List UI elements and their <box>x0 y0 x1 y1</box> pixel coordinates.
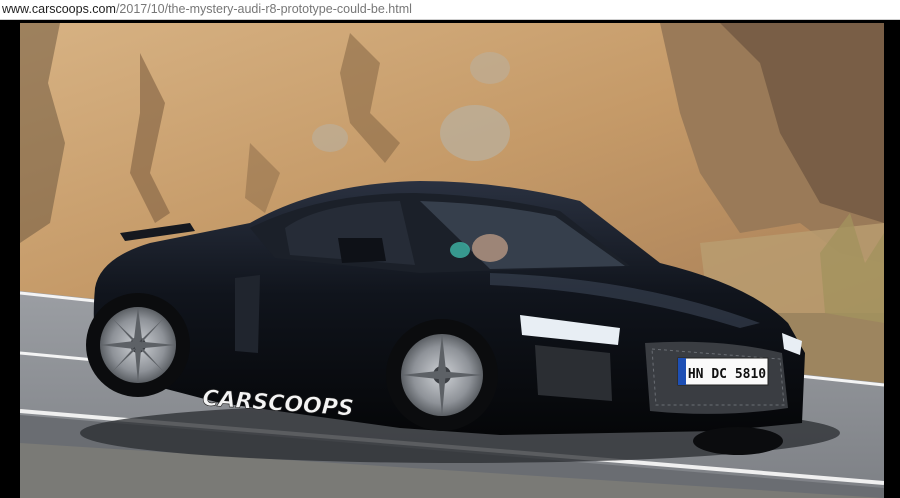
license-plate-text: HN DC 5810 <box>688 367 766 382</box>
page-viewport: HN DC 5810 CARSCOOPS <box>0 20 900 498</box>
address-bar[interactable]: www.carscoops.com/2017/10/the-mystery-au… <box>0 0 900 20</box>
helmet-accent <box>450 242 470 258</box>
url-host: www.carscoops.com <box>2 2 116 16</box>
license-plate-eu-band <box>678 358 686 385</box>
side-blade <box>235 275 260 353</box>
rear-wheel <box>86 293 190 397</box>
shrub-3 <box>470 52 510 84</box>
shrub-1 <box>440 105 510 161</box>
url-path: /2017/10/the-mystery-audi-r8-prototype-c… <box>115 2 412 16</box>
side-mirror <box>338 238 386 263</box>
url-text[interactable]: www.carscoops.com/2017/10/the-mystery-au… <box>2 2 412 16</box>
front-right-wheel <box>693 427 783 455</box>
car-photo-illustration: HN DC 5810 CARSCOOPS <box>20 23 884 498</box>
side-intake <box>535 345 612 401</box>
car-photo: HN DC 5810 CARSCOOPS <box>20 23 884 498</box>
shrub-2 <box>312 124 348 152</box>
front-wheel <box>386 319 498 431</box>
driver <box>472 234 508 262</box>
